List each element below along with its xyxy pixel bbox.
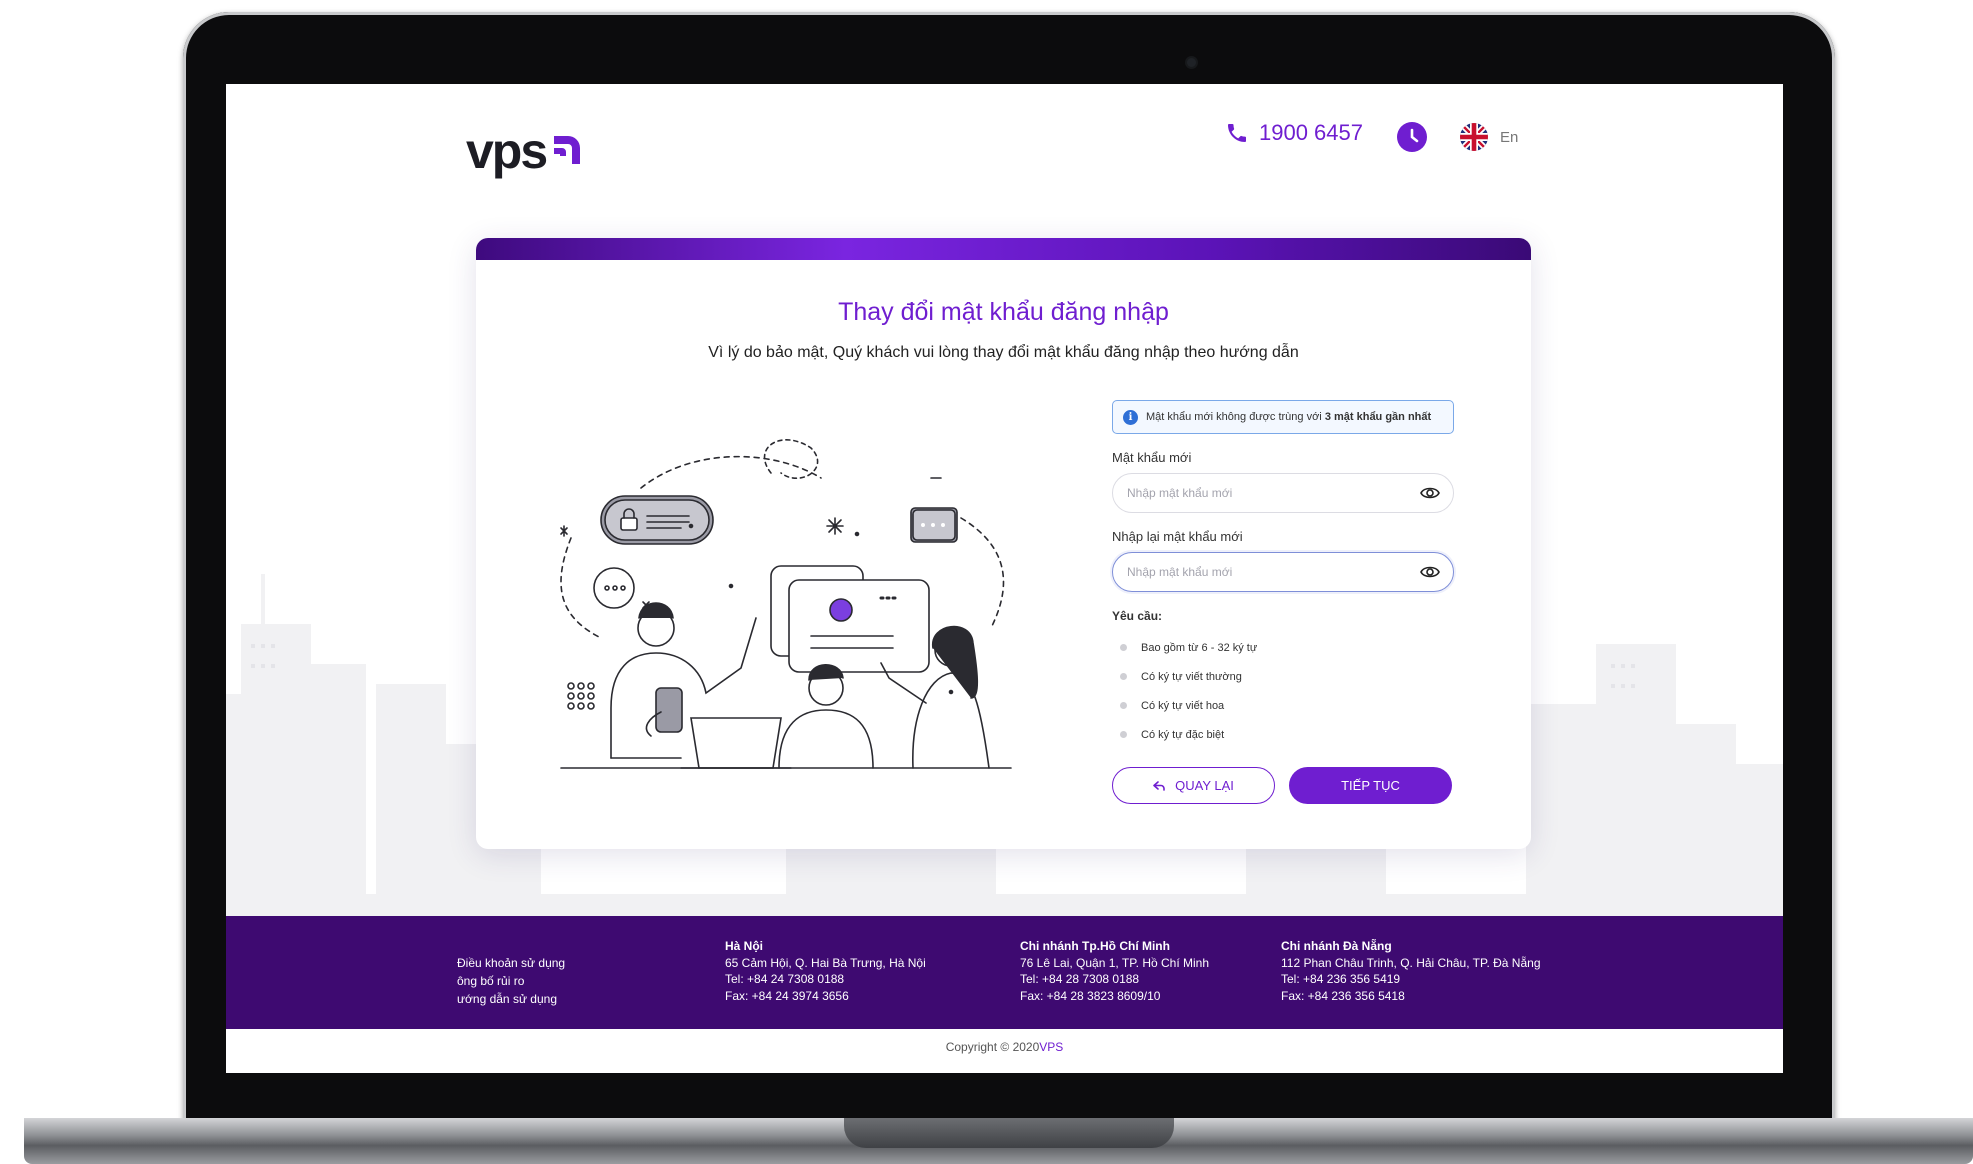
footer-link-terms[interactable]: Điều khoản sử dụng — [457, 954, 565, 972]
change-password-card: Thay đổi mật khẩu đăng nhập Vì lý do bảo… — [476, 238, 1531, 849]
change-password-form: i Mật khẩu mới không được trùng với 3 mậ… — [1112, 400, 1454, 804]
branch-fax: Fax: +84 236 356 5418 — [1281, 988, 1405, 1003]
branch-tel: Tel: +84 24 7308 0188 — [725, 972, 845, 986]
form-buttons: QUAY LẠI TIẾP TỤC — [1112, 767, 1454, 804]
hotline[interactable]: 1900 6457 — [1225, 120, 1363, 146]
branch-name: Chi nhánh Tp.Hồ Chí Minh — [1020, 939, 1170, 953]
eye-icon[interactable] — [1420, 563, 1440, 581]
branch-address: 65 Cảm Hội, Q. Hai Bà Trưng, Hà Nội — [725, 955, 926, 970]
footer: Điều khoản sử dụng ông bố rủi ro ướng dẫ… — [226, 916, 1783, 1029]
requirement-item: Có ký tự đặc biệt — [1112, 720, 1454, 749]
webcam — [1187, 58, 1196, 67]
requirement-text: Có ký tự viết hoa — [1141, 699, 1225, 712]
requirement-item: Bao gồm từ 6 - 32 ký tự — [1112, 633, 1454, 662]
continue-button[interactable]: TIẾP TỤC — [1289, 767, 1452, 804]
header: vps 1900 6457 En — [226, 84, 1783, 194]
phone-icon — [1228, 124, 1246, 142]
new-password-input[interactable] — [1112, 473, 1454, 513]
clock-icon[interactable] — [1397, 122, 1427, 152]
requirement-dot — [1120, 673, 1127, 680]
confirm-password-field-wrap — [1112, 552, 1454, 592]
requirement-item: Có ký tự viết thường — [1112, 662, 1454, 691]
laptop-notch — [844, 1118, 1174, 1148]
footer-branch-hanoi: Hà Nội 65 Cảm Hội, Q. Hai Bà Trưng, Hà N… — [725, 938, 926, 1004]
footer-branch-danang: Chi nhánh Đà Nẵng 112 Phan Châu Trinh, Q… — [1281, 938, 1541, 1004]
language-label: En — [1500, 128, 1519, 146]
back-button[interactable]: QUAY LẠI — [1112, 767, 1275, 804]
branch-tel: Tel: +84 236 356 5419 — [1281, 972, 1401, 986]
language-switcher[interactable]: En — [1460, 123, 1518, 151]
requirement-dot — [1120, 702, 1127, 709]
screen: vps 1900 6457 En Thay đổi mật khẩu đăng … — [226, 84, 1783, 1073]
info-icon: i — [1123, 409, 1138, 425]
branch-name: Chi nhánh Đà Nẵng — [1281, 939, 1392, 953]
requirement-text: Bao gồm từ 6 - 32 ký tự — [1141, 641, 1258, 654]
new-password-field-wrap — [1112, 473, 1454, 513]
requirement-text: Có ký tự viết thường — [1141, 670, 1242, 683]
password-notice: i Mật khẩu mới không được trùng với 3 mậ… — [1112, 400, 1454, 434]
confirm-password-label: Nhập lại mật khẩu mới — [1112, 529, 1243, 544]
uk-flag-icon — [1460, 123, 1488, 151]
copyright: Copyright © 2020VPS — [226, 1040, 1783, 1054]
copyright-brand[interactable]: VPS — [1039, 1040, 1063, 1054]
card-gradient-bar — [476, 238, 1531, 260]
requirements-list: Bao gồm từ 6 - 32 ký tự Có ký tự viết th… — [1112, 633, 1454, 749]
new-password-label: Mật khẩu mới — [1112, 450, 1192, 465]
page-subtitle: Vì lý do bảo mật, Quý khách vui lòng tha… — [708, 344, 1299, 361]
hotline-number: 1900 6457 — [1259, 120, 1363, 145]
logo-mark-icon — [554, 136, 581, 164]
requirement-dot — [1120, 731, 1127, 738]
notice-text: Mật khẩu mới không được trùng với 3 mật … — [1146, 411, 1431, 423]
branch-fax: Fax: +84 28 3823 8609/10 — [1020, 988, 1161, 1003]
branch-tel: Tel: +84 28 7308 0188 — [1020, 972, 1140, 986]
page-title: Thay đổi mật khẩu đăng nhập — [838, 298, 1169, 326]
notice-bold: 3 mật khẩu gần nhất — [1324, 411, 1432, 423]
footer-links: Điều khoản sử dụng ông bố rủi ro ướng dẫ… — [457, 954, 565, 1008]
requirement-text: Có ký tự đặc biệt — [1141, 728, 1225, 741]
copyright-text: Copyright © 2020 — [945, 1040, 1040, 1054]
security-illustration — [560, 439, 1012, 769]
branch-address: 76 Lê Lai, Quận 1, TP. Hồ Chí Minh — [1020, 955, 1210, 970]
vps-logo[interactable]: vps — [466, 126, 582, 176]
logo-text: vps — [466, 123, 548, 179]
branch-fax: Fax: +84 24 3974 3656 — [725, 988, 849, 1003]
footer-link-guide[interactable]: ướng dẫn sử dụng — [457, 990, 565, 1008]
requirement-item: Có ký tự viết hoa — [1112, 691, 1454, 720]
footer-branch-hcm: Chi nhánh Tp.Hồ Chí Minh 76 Lê Lai, Quận… — [1020, 938, 1209, 1004]
back-button-label: QUAY LẠI — [1175, 778, 1234, 793]
notice-prefix: Mật khẩu mới không được trùng với — [1146, 411, 1322, 423]
requirement-dot — [1120, 644, 1127, 651]
confirm-password-input[interactable] — [1112, 552, 1454, 592]
clock-hands — [1410, 128, 1419, 143]
branch-name: Hà Nội — [725, 939, 764, 953]
eye-icon[interactable] — [1420, 484, 1440, 502]
footer-link-risk[interactable]: ông bố rủi ro — [457, 972, 565, 990]
branch-address: 112 Phan Châu Trinh, Q. Hải Châu, TP. Đà… — [1281, 955, 1541, 970]
requirements-title: Yêu cầu: — [1112, 609, 1163, 623]
back-arrow-icon — [1153, 780, 1165, 791]
continue-button-label: TIẾP TỤC — [1341, 778, 1400, 793]
